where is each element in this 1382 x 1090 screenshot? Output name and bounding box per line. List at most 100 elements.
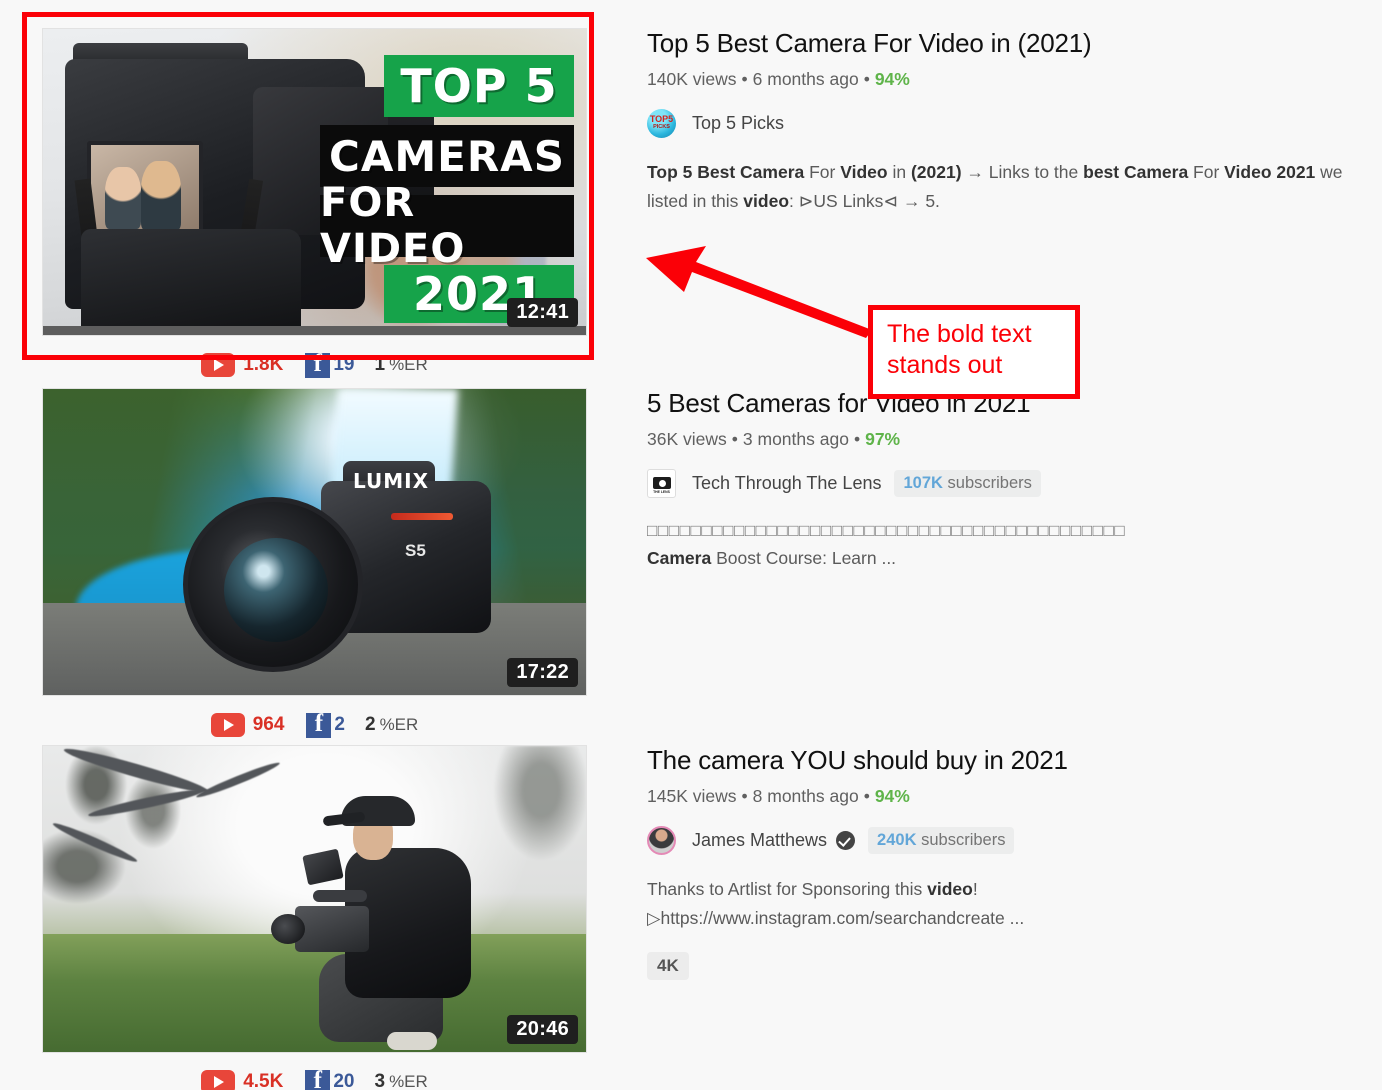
video-description: Top 5 Best Camera For Video in (2021) → …: [647, 158, 1367, 215]
engagement-stats-row: 4.5K 20 3 %ER: [42, 1067, 587, 1090]
resolution-badge: 4K: [647, 951, 689, 980]
youtube-count: 964: [252, 714, 285, 735]
verified-badge-icon: [836, 830, 856, 850]
thumb-text-line3: FOR VIDEO: [320, 180, 574, 272]
thumbnail-column: LUMIX S5 17:22 964 2 2 %ER: [42, 388, 587, 739]
facebook-icon: [305, 1067, 331, 1090]
annotation-note-box: The bold text stands out: [868, 305, 1080, 399]
video-age: 8 months ago: [752, 786, 859, 807]
channel-row[interactable]: TOP5 PICKS Top 5 Picks: [647, 108, 1367, 138]
channel-name[interactable]: Top 5 Picks: [692, 113, 784, 134]
like-percent: 94%: [874, 69, 910, 90]
engagement-rate-label: %ER: [389, 355, 428, 374]
video-thumbnail[interactable]: LUMIX S5 17:22: [42, 388, 587, 696]
video-duration-badge: 17:22: [507, 658, 578, 687]
subscriber-pill: 107K subscribers: [894, 469, 1041, 497]
video-meta: 140K views • 6 months ago • 94%: [647, 69, 910, 90]
subscriber-count: 240K: [877, 830, 917, 849]
facebook-stat: 2: [284, 710, 345, 738]
video-meta: 36K views • 3 months ago • 97%: [647, 429, 901, 450]
youtube-count: 1.8K: [243, 354, 284, 375]
youtube-stat: 4.5K: [201, 1070, 283, 1090]
video-title[interactable]: Top 5 Best Camera For Video in (2021): [647, 28, 1367, 59]
youtube-stat: 1.8K: [201, 353, 283, 377]
tech-through-the-lens-avatar: THE LENS: [647, 468, 676, 498]
annotation-note-line2: stands out: [887, 351, 1003, 380]
youtube-icon: [201, 1070, 236, 1090]
like-percent: 94%: [874, 786, 910, 807]
channel-row[interactable]: James Matthews 240K subscribers: [647, 825, 1367, 855]
video-thumbnail[interactable]: 20:46: [42, 745, 587, 1053]
description-text-run: : ⊳US Links⊲ → 5.: [789, 190, 940, 211]
facebook-icon: [306, 710, 332, 738]
video-info-column: 5 Best Cameras for Video in 2021 36K vie…: [587, 388, 1367, 739]
engagement-rate-label: %ER: [379, 715, 419, 734]
engagement-rate-stat: 1 %ER: [354, 354, 427, 376]
engagement-stats-row: 1.8K 19 1 %ER: [42, 350, 587, 379]
facebook-count: 20: [333, 1071, 355, 1090]
subscriber-pill: 240K subscribers: [868, 826, 1015, 854]
video-duration-badge: 12:41: [507, 298, 578, 327]
facebook-count: 19: [333, 354, 355, 375]
engagement-rate-value: 1: [374, 354, 386, 375]
top5-picks-avatar: TOP5 PICKS: [647, 108, 676, 138]
engagement-stats-row: 964 2 2 %ER: [42, 710, 587, 739]
engagement-rate-value: 3: [374, 1071, 386, 1090]
like-percent: 97%: [865, 429, 901, 450]
video-description: Thanks to Artlist for Sponsoring this vi…: [647, 875, 1367, 903]
thumb-brand-text: LUMIX: [353, 469, 430, 493]
engagement-rate-label: %ER: [389, 1072, 428, 1090]
video-duration-badge: 20:46: [507, 1015, 578, 1044]
description-bold-run: Video: [840, 162, 888, 183]
channel-name[interactable]: James Matthews: [692, 830, 827, 851]
video-thumbnail[interactable]: TOP 5 CAMERAS FOR VIDEO 2021 12:41: [42, 28, 587, 336]
description-bold-run: Best Camera: [697, 162, 805, 183]
thumb-text-line1: TOP 5: [384, 55, 574, 117]
video-result-row[interactable]: LUMIX S5 17:22 964 2 2 %ER: [42, 388, 1367, 739]
facebook-stat: 19: [283, 350, 355, 378]
channel-name[interactable]: Tech Through The Lens: [692, 473, 881, 494]
video-description: Camera Boost Course: Learn ...: [647, 544, 1367, 572]
youtube-count: 4.5K: [243, 1071, 284, 1090]
facebook-stat: 20: [283, 1067, 355, 1090]
thumbnail-column: TOP 5 CAMERAS FOR VIDEO 2021 12:41 1.8K …: [42, 28, 587, 379]
subscriber-label: subscribers: [947, 473, 1032, 492]
youtube-icon: [210, 713, 245, 737]
james-matthews-avatar: [647, 825, 676, 855]
description-bold-run: video: [743, 190, 790, 211]
description-text-run: For: [1188, 162, 1225, 183]
description-text-run: !: [972, 879, 978, 900]
description-text-run: ▷https://www.instagram.com/searchandcrea…: [647, 907, 1025, 928]
facebook-icon: [305, 350, 331, 378]
engagement-rate-stat: 3 %ER: [354, 1071, 427, 1090]
subscriber-count: 107K: [903, 473, 943, 492]
description-text-run: → Links to the: [961, 162, 1084, 183]
thumb-text-line2: CAMERAS: [320, 125, 574, 187]
video-meta: 145K views • 8 months ago • 94%: [647, 786, 910, 807]
engagement-rate-value: 2: [364, 714, 376, 735]
subscriber-label: subscribers: [921, 830, 1006, 849]
video-result-row[interactable]: TOP 5 CAMERAS FOR VIDEO 2021 12:41 1.8K …: [42, 28, 1367, 379]
video-age: 3 months ago: [742, 429, 849, 450]
engagement-rate-stat: 2 %ER: [345, 714, 418, 736]
description-bold-run: Video 2021: [1224, 162, 1316, 183]
description-bold-run: Camera: [647, 547, 712, 568]
thumbnail-art-lumix-camera: LUMIX S5: [43, 389, 586, 695]
video-title[interactable]: The camera YOU should buy in 2021: [647, 745, 1367, 776]
facebook-count: 2: [334, 714, 345, 735]
view-count: 36K views: [647, 429, 727, 450]
view-count: 145K views: [647, 786, 737, 807]
video-age: 6 months ago: [752, 69, 859, 90]
youtube-icon: [201, 353, 236, 377]
video-result-row[interactable]: 20:46 4.5K 20 3 %ER The camera YOU shoul…: [42, 745, 1367, 1090]
thumbnail-column: 20:46 4.5K 20 3 %ER: [42, 745, 587, 1090]
description-text-run: Thanks to Artlist for Sponsoring this: [647, 879, 928, 900]
description-bold-run: best Camera: [1083, 162, 1189, 183]
youtube-stat: 964: [210, 713, 285, 737]
annotation-note-line1: The bold text: [887, 320, 1032, 348]
description-text-run: For: [804, 162, 841, 183]
channel-row[interactable]: THE LENS Tech Through The Lens 107K subs…: [647, 468, 1367, 498]
thumbnail-art-camera-setup: TOP 5 CAMERAS FOR VIDEO 2021: [43, 29, 586, 335]
thumb-model-text: S5: [405, 541, 426, 560]
thumbnail-art-videographer-field: [43, 746, 586, 1052]
